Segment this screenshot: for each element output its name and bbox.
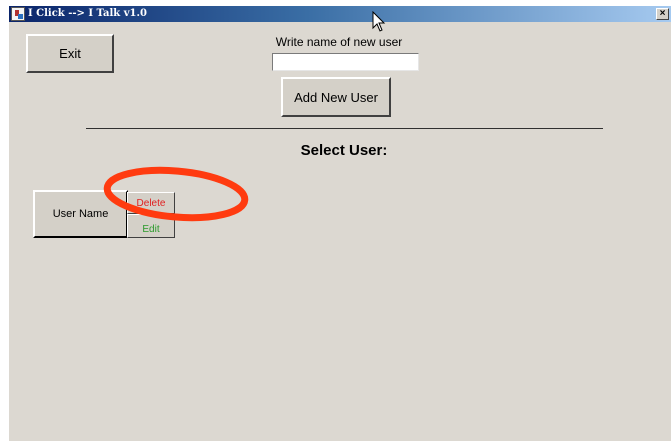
close-icon: × xyxy=(659,8,666,19)
section-divider xyxy=(86,128,603,129)
app-window: I Click --> I Talk v1.0 × Exit Write nam… xyxy=(8,6,671,441)
user-select-button[interactable]: User Name xyxy=(33,190,128,238)
app-icon xyxy=(11,7,25,21)
select-user-heading: Select User: xyxy=(300,142,388,159)
edit-user-button[interactable]: Edit xyxy=(127,214,175,238)
add-new-user-button[interactable]: Add New User xyxy=(281,77,391,117)
delete-user-button[interactable]: Delete xyxy=(127,192,175,214)
exit-button[interactable]: Exit xyxy=(26,34,114,73)
title-bar[interactable]: I Click --> I Talk v1.0 × xyxy=(9,6,671,22)
new-user-prompt-label: Write name of new user xyxy=(275,35,403,49)
window-title: I Click --> I Talk v1.0 xyxy=(28,8,147,19)
close-button[interactable]: × xyxy=(656,8,669,20)
new-user-name-input[interactable] xyxy=(272,53,419,71)
